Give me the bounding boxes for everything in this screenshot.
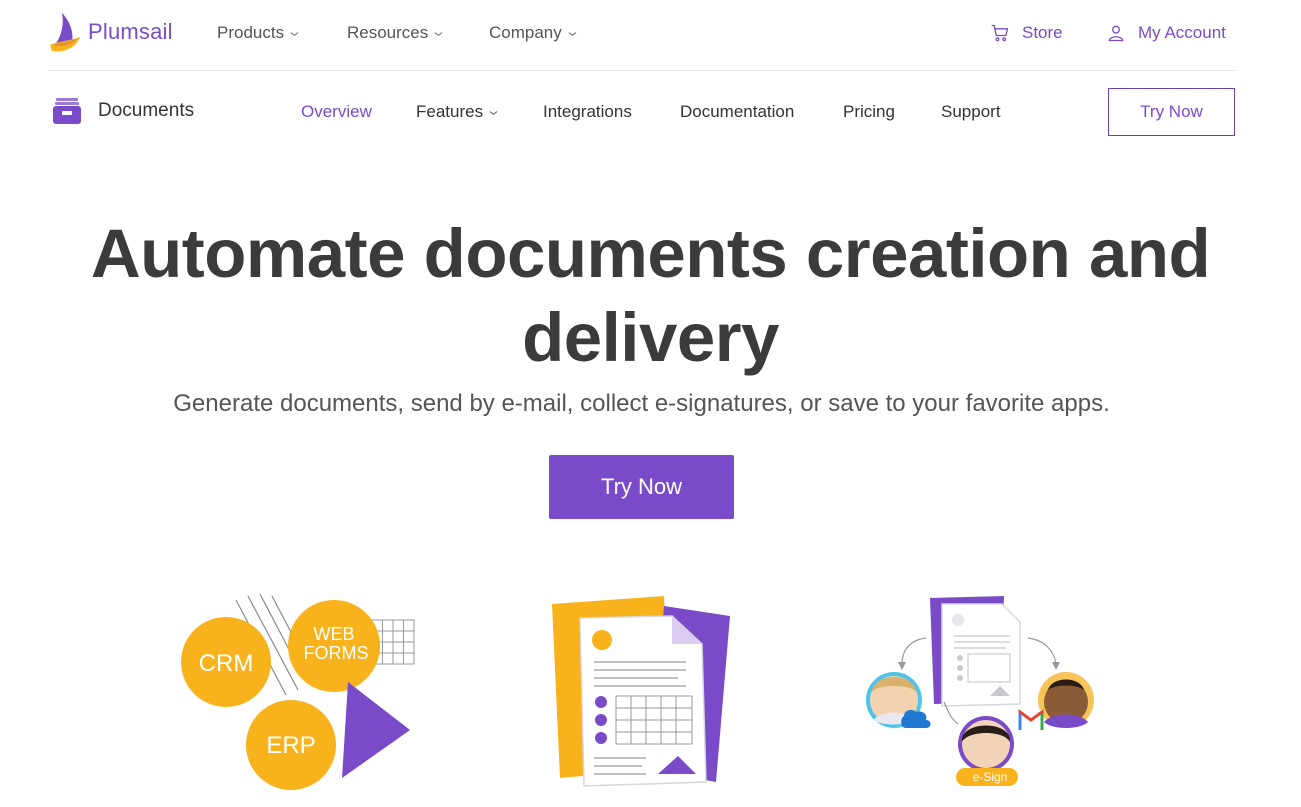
esign-label: e-Sign bbox=[973, 770, 1008, 784]
top-bar: Plumsail Products Resources Company Stor… bbox=[48, 0, 1235, 71]
sub-nav-pricing[interactable]: Pricing bbox=[843, 102, 895, 122]
try-now-hero-button[interactable]: Try Now bbox=[549, 455, 734, 519]
sub-nav-label: Features bbox=[416, 102, 484, 121]
delivery-illustration: e-Sign bbox=[866, 596, 1094, 786]
try-now-nav-button[interactable]: Try Now bbox=[1108, 88, 1235, 136]
product-home-link[interactable]: Documents bbox=[52, 96, 194, 126]
sub-nav-label: Integrations bbox=[543, 102, 632, 121]
brand-name: Plumsail bbox=[88, 19, 173, 44]
hero-title: Automate documents creation and delivery bbox=[0, 212, 1301, 380]
sub-nav-documentation[interactable]: Documentation bbox=[680, 102, 794, 122]
crm-label: CRM bbox=[199, 650, 254, 677]
document-illustration bbox=[552, 596, 730, 787]
product-name: Documents bbox=[98, 100, 195, 121]
sub-nav-support[interactable]: Support bbox=[941, 102, 1001, 122]
erp-label: ERP bbox=[266, 732, 315, 759]
plumsail-sail-icon bbox=[50, 13, 80, 52]
chevron-down-icon bbox=[434, 29, 443, 38]
sub-nav-overview[interactable]: Overview bbox=[301, 102, 372, 122]
sub-nav-label: Documentation bbox=[680, 102, 795, 121]
chevron-down-icon bbox=[568, 29, 577, 38]
avatar-esign-user: e-Sign bbox=[956, 716, 1018, 786]
hero-title-line-1: Automate documents creation and bbox=[90, 215, 1211, 292]
top-nav-label: Company bbox=[489, 23, 562, 42]
sub-nav-features[interactable]: Features bbox=[416, 102, 498, 122]
store-label: Store bbox=[1022, 23, 1063, 42]
document-page bbox=[579, 615, 707, 787]
chevron-down-icon bbox=[290, 29, 299, 38]
onedrive-icon bbox=[901, 709, 931, 728]
cart-icon bbox=[991, 24, 1009, 42]
top-nav-products[interactable]: Products bbox=[217, 23, 299, 43]
sub-nav-label: Overview bbox=[301, 102, 372, 121]
my-account-link[interactable]: My Account bbox=[1106, 23, 1226, 43]
store-link[interactable]: Store bbox=[990, 23, 1063, 43]
sub-nav-integrations[interactable]: Integrations bbox=[543, 102, 632, 122]
hero-subtitle: Generate documents, send by e-mail, coll… bbox=[173, 390, 1110, 417]
my-account-label: My Account bbox=[1138, 23, 1226, 42]
avatar-gmail-user bbox=[1018, 672, 1094, 730]
sub-nav-label: Pricing bbox=[843, 102, 895, 121]
forms-label: FORMS bbox=[304, 643, 369, 663]
plumsail-logo[interactable]: Plumsail bbox=[48, 11, 173, 53]
archive-box-icon bbox=[53, 98, 81, 124]
avatar-onedrive-user bbox=[866, 672, 931, 728]
user-icon bbox=[1108, 25, 1124, 42]
product-nav-bar: Documents Overview Features Integrations… bbox=[48, 72, 1235, 152]
top-nav-resources[interactable]: Resources bbox=[347, 23, 443, 43]
hero-title-line-2: delivery bbox=[522, 299, 779, 376]
chevron-down-icon bbox=[489, 108, 498, 117]
top-nav-company[interactable]: Company bbox=[489, 23, 577, 43]
web-label: WEB bbox=[313, 624, 354, 644]
top-nav-label: Resources bbox=[347, 23, 429, 42]
data-sources-illustration: CRM WEB FORMS ERP bbox=[181, 593, 415, 790]
gmail-icon bbox=[1018, 709, 1044, 730]
sub-nav-label: Support bbox=[941, 102, 1001, 121]
top-nav-label: Products bbox=[217, 23, 285, 42]
